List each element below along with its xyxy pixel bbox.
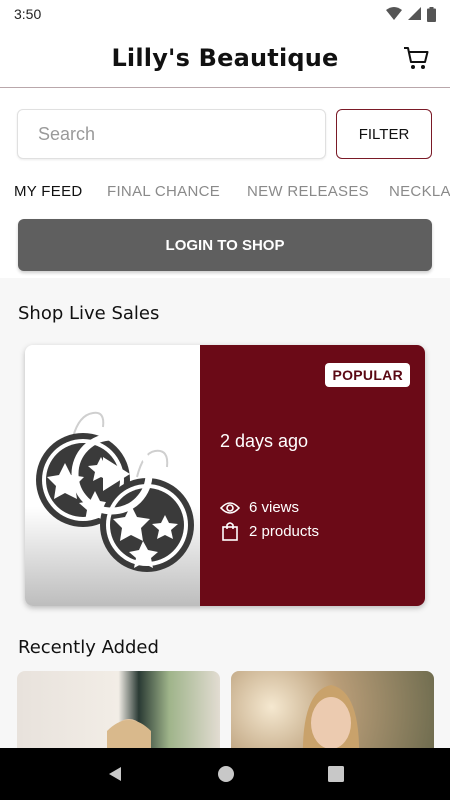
live-sale-card[interactable]: POPULAR 2 days ago 6 views 2 products bbox=[25, 345, 425, 606]
views-count: 6 views bbox=[249, 499, 300, 516]
tab-final-chance[interactable]: FINAL CHANCE bbox=[107, 183, 220, 200]
filter-button[interactable]: FILTER bbox=[336, 109, 432, 159]
bag-icon bbox=[222, 522, 238, 541]
login-to-shop-button[interactable]: LOGIN TO SHOP bbox=[18, 219, 432, 271]
battery-icon bbox=[427, 6, 436, 22]
eye-icon bbox=[220, 501, 240, 514]
recently-added-title: Recently Added bbox=[18, 637, 159, 658]
popular-badge: POPULAR bbox=[325, 363, 410, 387]
home-icon[interactable] bbox=[217, 765, 235, 783]
live-sale-time: 2 days ago bbox=[220, 431, 309, 451]
search-input[interactable]: Search bbox=[17, 109, 326, 159]
status-time: 3:50 bbox=[14, 6, 42, 22]
wifi-icon bbox=[386, 7, 402, 20]
tab-my-feed[interactable]: MY FEED bbox=[14, 183, 83, 200]
recents-icon[interactable] bbox=[327, 766, 344, 782]
views-row: 6 views bbox=[220, 499, 299, 516]
status-bar: 3:50 bbox=[0, 0, 450, 28]
tab-necklaces[interactable]: NECKLA bbox=[389, 183, 450, 200]
signal-icon bbox=[408, 7, 421, 20]
products-row: 2 products bbox=[220, 521, 319, 541]
products-count: 2 products bbox=[249, 522, 320, 540]
live-sale-thumbnail bbox=[25, 345, 200, 606]
cart-icon[interactable] bbox=[402, 44, 430, 72]
search-placeholder: Search bbox=[38, 123, 96, 144]
system-nav-bar bbox=[0, 748, 450, 800]
shop-live-sales-title: Shop Live Sales bbox=[18, 303, 160, 324]
play-icon[interactable] bbox=[70, 432, 154, 516]
back-icon[interactable] bbox=[106, 765, 124, 783]
app-bar: Lilly's Beautique bbox=[0, 28, 450, 88]
live-sale-info: POPULAR 2 days ago 6 views 2 products bbox=[200, 345, 425, 606]
app-title: Lilly's Beautique bbox=[111, 43, 339, 72]
login-section: LOGIN TO SHOP bbox=[0, 212, 450, 278]
search-row: Search FILTER bbox=[0, 88, 450, 176]
tab-new-releases[interactable]: NEW RELEASES bbox=[247, 183, 369, 200]
